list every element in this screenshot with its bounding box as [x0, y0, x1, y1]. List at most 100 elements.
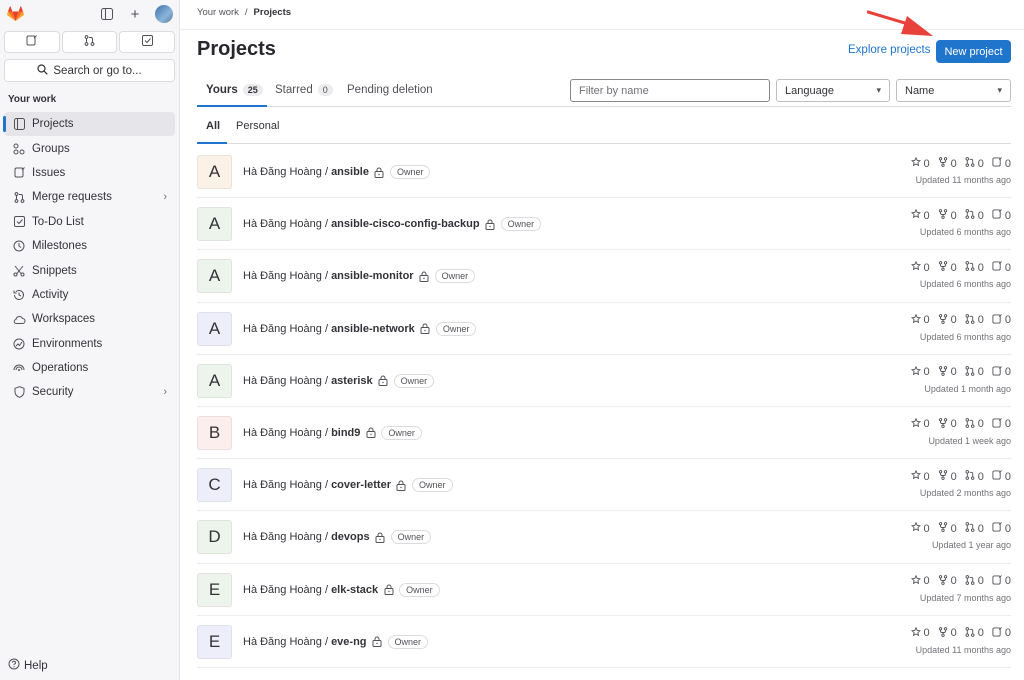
project-name-link[interactable]: Hà Đăng Hoàng / ansible-monitor — [243, 270, 414, 282]
issues-stat[interactable]: 0 — [992, 626, 1011, 640]
sidebar-item-milestones[interactable]: Milestones — [4, 234, 175, 258]
project-name-link[interactable]: Hà Đăng Hoàng / elk-stack — [243, 584, 378, 596]
project-avatar[interactable]: A — [197, 259, 232, 294]
forks-stat[interactable]: 0 — [938, 470, 957, 483]
tab-starred[interactable]: Starred 0 — [275, 84, 333, 96]
project-row[interactable]: A Hà Đăng Hoàng / ansible Owner 0 0 0 0 … — [197, 146, 1011, 199]
project-avatar[interactable]: A — [197, 155, 232, 189]
stars-stat[interactable]: 0 — [910, 261, 930, 274]
project-avatar[interactable]: C — [197, 468, 232, 503]
project-avatar[interactable]: B — [197, 415, 232, 450]
project-name-link[interactable]: Hà Đăng Hoàng / ansible-network — [243, 323, 415, 335]
gitlab-logo-icon[interactable] — [6, 6, 24, 22]
merge-requests-stat[interactable]: 0 — [965, 626, 984, 640]
stars-stat[interactable]: 0 — [910, 365, 930, 379]
project-avatar[interactable]: D — [197, 520, 232, 555]
filter-by-name-input[interactable]: Filter by name — [570, 79, 770, 102]
issues-stat[interactable]: 0 — [992, 261, 1011, 274]
project-name-link[interactable]: Hà Đăng Hoàng / eve-ng — [243, 636, 367, 648]
stars-stat[interactable]: 0 — [910, 208, 930, 222]
breadcrumb-current[interactable]: Projects — [254, 7, 292, 18]
tab-all[interactable]: All — [206, 120, 220, 132]
merge-requests-stat[interactable]: 0 — [965, 209, 984, 222]
merge-requests-stat[interactable]: 0 — [965, 157, 984, 170]
sort-dropdown[interactable]: Name ▾ — [896, 79, 1011, 102]
forks-stat[interactable]: 0 — [938, 574, 957, 588]
project-avatar[interactable]: A — [197, 207, 232, 242]
project-avatar[interactable]: A — [197, 311, 232, 346]
sidebar-item-todo-list[interactable]: To-Do List — [4, 210, 175, 234]
forks-stat[interactable]: 0 — [938, 626, 957, 640]
stars-stat[interactable]: 0 — [910, 417, 930, 431]
forks-stat[interactable]: 0 — [938, 418, 957, 431]
merge-requests-stat[interactable]: 0 — [965, 365, 984, 379]
issues-stat[interactable]: 0 — [992, 313, 1011, 327]
merge-requests-stat[interactable]: 0 — [965, 470, 984, 483]
forks-stat[interactable]: 0 — [938, 365, 957, 379]
merge-requests-stat[interactable]: 0 — [965, 418, 984, 431]
project-name-link[interactable]: Hà Đăng Hoàng / ansible-cisco-config-bac… — [243, 218, 480, 230]
stars-stat[interactable]: 0 — [910, 469, 930, 483]
project-name-link[interactable]: Hà Đăng Hoàng / cover-letter — [243, 479, 391, 491]
sidebar-item-operations[interactable]: Operations — [4, 356, 175, 380]
merge-requests-button[interactable] — [61, 31, 118, 53]
assigned-issues-button[interactable] — [4, 31, 60, 53]
project-row[interactable]: A Hà Đăng Hoàng / ansible-cisco-config-b… — [197, 198, 1011, 251]
project-avatar[interactable]: E — [197, 624, 232, 659]
help-button[interactable]: Help — [8, 658, 48, 673]
issues-stat[interactable]: 0 — [992, 209, 1011, 222]
merge-requests-stat[interactable]: 0 — [965, 313, 984, 327]
project-row[interactable]: A Hà Đăng Hoàng / ansible-network Owner … — [197, 303, 1011, 355]
project-row[interactable]: B Hà Đăng Hoàng / bind9 Owner 0 0 0 0 Up… — [197, 407, 1011, 460]
sidebar-item-snippets[interactable]: Snippets — [4, 258, 175, 282]
merge-requests-stat[interactable]: 0 — [965, 574, 984, 588]
sidebar-item-activity[interactable]: Activity — [4, 283, 175, 307]
issues-stat[interactable]: 0 — [992, 574, 1011, 588]
project-row[interactable]: D Hà Đăng Hoàng / devops Owner 0 0 0 0 U… — [197, 511, 1011, 564]
issues-stat[interactable]: 0 — [992, 418, 1011, 431]
project-avatar[interactable]: A — [197, 363, 232, 398]
forks-stat[interactable]: 0 — [938, 157, 957, 170]
user-avatar[interactable] — [155, 5, 173, 23]
tab-pending-deletion[interactable]: Pending deletion — [347, 84, 433, 96]
sidebar-item-projects[interactable]: Projects — [3, 112, 175, 137]
explore-projects-link[interactable]: Explore projects — [848, 44, 930, 56]
tab-personal[interactable]: Personal — [236, 120, 279, 132]
tab-yours[interactable]: Yours 25 — [206, 84, 263, 96]
project-name-link[interactable]: Hà Đăng Hoàng / bind9 — [243, 427, 360, 439]
sidebar-item-workspaces[interactable]: Workspaces — [4, 307, 175, 331]
todo-button[interactable] — [119, 31, 176, 53]
forks-stat[interactable]: 0 — [938, 209, 957, 222]
stars-stat[interactable]: 0 — [910, 156, 930, 170]
sidebar-item-environments[interactable]: Environments — [4, 332, 175, 356]
issues-stat[interactable]: 0 — [992, 522, 1011, 535]
stars-stat[interactable]: 0 — [910, 574, 930, 588]
project-row[interactable]: E Hà Đăng Hoàng / eve-ng Owner 0 0 0 0 U… — [197, 616, 1011, 668]
issues-stat[interactable]: 0 — [992, 365, 1011, 379]
forks-stat[interactable]: 0 — [938, 313, 957, 327]
stars-stat[interactable]: 0 — [910, 626, 930, 640]
forks-stat[interactable]: 0 — [938, 261, 957, 274]
stars-stat[interactable]: 0 — [910, 313, 930, 327]
project-row[interactable]: C Hà Đăng Hoàng / cover-letter Owner 0 0… — [197, 459, 1011, 512]
stars-stat[interactable]: 0 — [910, 522, 930, 535]
issues-stat[interactable]: 0 — [992, 157, 1011, 170]
breadcrumb-parent[interactable]: Your work — [197, 7, 239, 18]
new-project-button[interactable]: New project — [936, 40, 1011, 63]
merge-requests-stat[interactable]: 0 — [965, 522, 984, 535]
sidebar-item-issues[interactable]: Issues — [4, 161, 175, 185]
project-name-link[interactable]: Hà Đăng Hoàng / ansible — [243, 166, 369, 178]
sidebar-item-merge-requests[interactable]: Merge requests › — [4, 185, 175, 209]
project-name-link[interactable]: Hà Đăng Hoàng / asterisk — [243, 375, 373, 387]
project-avatar[interactable]: E — [197, 572, 232, 607]
sidebar-item-security[interactable]: Security › — [4, 380, 175, 404]
project-name-link[interactable]: Hà Đăng Hoàng / devops — [243, 531, 370, 543]
plus-icon[interactable]: + — [127, 6, 143, 23]
issues-stat[interactable]: 0 — [992, 470, 1011, 483]
project-row[interactable]: A Hà Đăng Hoàng / ansible-monitor Owner … — [197, 250, 1011, 303]
project-row[interactable]: A Hà Đăng Hoàng / asterisk Owner 0 0 0 0… — [197, 355, 1011, 407]
language-dropdown[interactable]: Language ▾ — [776, 79, 890, 102]
forks-stat[interactable]: 0 — [938, 522, 957, 535]
collapse-sidebar-icon[interactable] — [99, 6, 115, 22]
sidebar-item-groups[interactable]: Groups — [4, 136, 175, 160]
